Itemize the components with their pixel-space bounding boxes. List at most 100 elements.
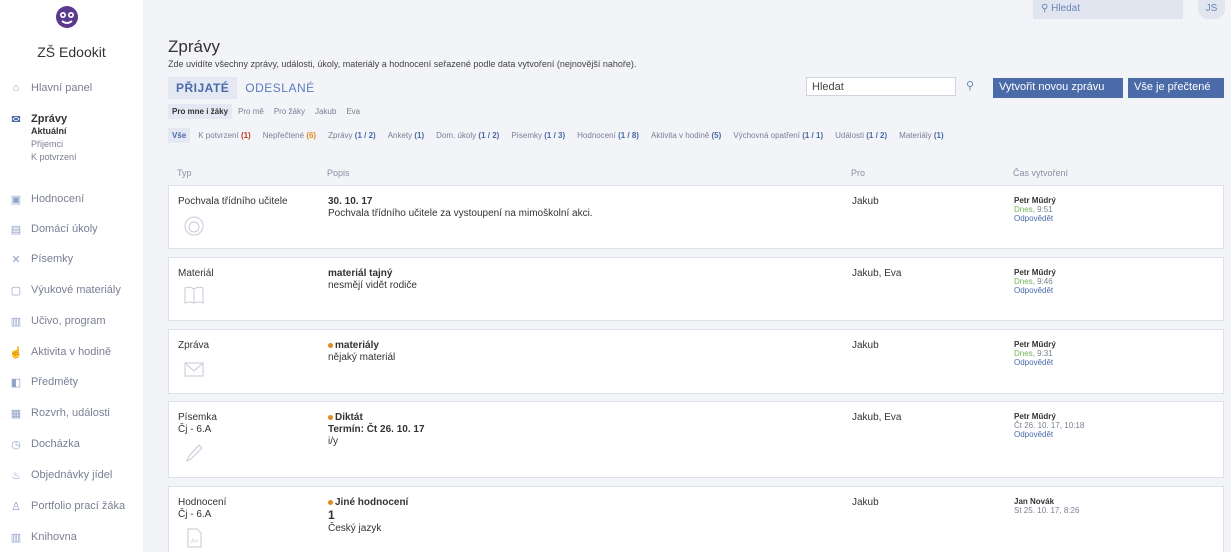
sidebar-item-label: Hodnocení — [31, 193, 85, 205]
unread-dot-icon — [328, 414, 333, 420]
filter-all[interactable]: Vše — [168, 128, 191, 143]
reply-link[interactable]: Odpovědět — [1014, 286, 1053, 295]
filter-tests[interactable]: Písemky (1 / 3) — [507, 128, 569, 143]
school-name: ZŠ Edookit — [37, 44, 106, 60]
sidebar-item-materials[interactable]: ▢ Výukové materiály — [10, 280, 121, 300]
row-subject: Český jazyk — [328, 523, 382, 534]
filter-materials[interactable]: Materiály (1) — [895, 128, 947, 143]
filter-label: Aktivita v hodině — [650, 131, 710, 140]
filter-label: Vše — [172, 131, 187, 140]
reply-link[interactable]: Odpovědět — [1014, 430, 1053, 439]
filter-count: (1) — [414, 131, 425, 140]
sidebar-item-subjects[interactable]: ◧ Předměty — [10, 372, 78, 392]
row-date: Čt 26. 10. 17 — [1014, 421, 1060, 430]
food-icon: ♨ — [11, 469, 21, 482]
filter-me-and-students[interactable]: Pro mne i žáky — [168, 104, 233, 119]
sidebar-item-schedule[interactable]: ▦ Rozvrh, události — [10, 403, 110, 423]
subnav-recipients[interactable]: Přijemci — [31, 139, 63, 149]
sidebar-item-curriculum[interactable]: ▥ Učivo, program — [10, 311, 106, 331]
row-description: Jiné hodnocení 1 Český jazyk — [328, 497, 408, 535]
row-title: 30. 10. 17 — [328, 196, 373, 207]
sidebar-item-label: Aktivita v hodině — [31, 346, 112, 358]
filter-me[interactable]: Pro mě — [234, 104, 268, 119]
tab-sent[interactable]: ODESLANÉ — [237, 77, 322, 99]
filter-label: Ankety — [387, 131, 413, 140]
table-row[interactable]: Písemka Čj - 6.A Diktát Termín: Čt 26. 1… — [168, 401, 1224, 478]
table-row[interactable]: Materiál materiál tajný nesmějí vidět ro… — [168, 257, 1224, 321]
row-grade: 1 — [328, 508, 335, 522]
sidebar-item-homework[interactable]: ▤ Domácí úkoly — [10, 219, 98, 239]
global-search-input[interactable]: ⚲ Hledat — [1033, 0, 1183, 19]
table-row[interactable]: Pochvala třídního učitele 30. 10. 17 Poc… — [168, 185, 1224, 249]
sidebar-item-attendance[interactable]: ◷ Docházka — [10, 434, 80, 454]
filter-label: Dom. úkoly — [436, 131, 477, 140]
search-icon: ⚲ — [1041, 3, 1049, 14]
filter-unread[interactable]: Nepřečtené (6) — [259, 128, 320, 143]
tab-received[interactable]: PŘIJATÉ — [168, 77, 238, 99]
reply-link[interactable]: Odpovědět — [1014, 214, 1053, 223]
message-search-input[interactable] — [806, 77, 956, 96]
filter-count: (1) — [240, 131, 251, 140]
sidebar-item-dashboard[interactable]: ⌂ Hlavní panel — [10, 78, 92, 98]
row-title: Diktát — [335, 412, 363, 423]
sidebar-item-meals[interactable]: ♨ Objednávky jídel — [10, 465, 112, 485]
row-description: materiály nějaký materiál — [328, 340, 395, 364]
subnav-current[interactable]: Aktuální — [31, 126, 67, 136]
row-time: , 9:31 — [1032, 349, 1053, 358]
message-tabs: PŘIJATÉ ODESLANÉ — [168, 77, 323, 99]
filter-activity[interactable]: Aktivita v hodině (5) — [647, 128, 725, 143]
sidebar-item-label: Zprávy — [31, 113, 68, 125]
row-text: i/y — [328, 436, 338, 447]
row-created: Petr Műdrý Dnes, 9:46 Odpovědět — [1014, 268, 1056, 295]
filter-polls[interactable]: Ankety (1) — [384, 128, 428, 143]
sidebar-item-label: Písemky — [31, 253, 74, 265]
row-author: Petr Műdrý — [1014, 412, 1056, 421]
document-icon: ▢ — [10, 284, 22, 297]
sidebar-item-label: Předměty — [31, 376, 79, 388]
filter-grades[interactable]: Hodnocení (1 / 8) — [573, 128, 643, 143]
tools-icon: ✕ — [11, 253, 21, 266]
sidebar-item-grades[interactable]: ▣ Hodnocení — [10, 189, 84, 209]
sidebar-item-label: Učivo, program — [31, 315, 106, 327]
column-header-type: Typ — [177, 168, 192, 178]
sidebar-item-label: Rozvrh, události — [31, 407, 110, 419]
reply-link[interactable]: Odpovědět — [1014, 358, 1053, 367]
filter-to-confirm[interactable]: K potvrzení (1) — [194, 128, 254, 143]
filter-homework[interactable]: Dom. úkoly (1 / 2) — [432, 128, 503, 143]
hand-icon: ☝ — [9, 346, 23, 359]
edookit-logo-icon[interactable] — [50, 2, 84, 36]
table-row[interactable]: Zpráva materiály nějaký materiál Jakub P… — [168, 329, 1224, 394]
filter-measures[interactable]: Výchovná opatření (1 / 1) — [729, 128, 827, 143]
row-date: Dnes — [1014, 349, 1033, 358]
row-text: Pochvala třídního učitele za vystoupení … — [328, 208, 593, 219]
sidebar-item-label: Výukové materiály — [31, 284, 121, 296]
filter-label: Zprávy — [328, 131, 353, 140]
row-title: Jiné hodnocení — [335, 497, 409, 508]
filter-jakub[interactable]: Jakub — [311, 104, 340, 119]
sidebar-item-library[interactable]: ▥ Knihovna — [10, 527, 77, 547]
unread-dot-icon — [328, 499, 333, 505]
row-type: Materiál — [178, 268, 214, 279]
sidebar-item-label: Knihovna — [31, 531, 77, 543]
page-title: Zprávy — [168, 37, 220, 56]
sidebar-item-label: Domácí úkoly — [31, 223, 98, 235]
row-class: Čj - 6.A — [178, 424, 212, 435]
table-row[interactable]: Hodnocení Čj - 6.A A+ Jiné hodnocení 1 Č… — [168, 486, 1224, 552]
new-message-button[interactable]: Vytvořit novou zprávu — [993, 78, 1123, 98]
filter-messages[interactable]: Zprávy (1 / 2) — [324, 128, 380, 143]
calendar-icon: ▦ — [10, 407, 22, 420]
search-icon[interactable]: ⚲ — [966, 79, 974, 92]
mark-all-read-button[interactable]: Vše je přečtené — [1128, 78, 1224, 98]
filter-eva[interactable]: Eva — [342, 104, 364, 119]
sidebar-item-label: Docházka — [31, 438, 80, 450]
sidebar-item-tests[interactable]: ✕ Písemky — [10, 249, 73, 269]
user-avatar[interactable]: JS — [1198, 0, 1225, 19]
row-description: materiál tajný nesmějí vidět rodiče — [328, 268, 417, 292]
sidebar-item-portfolio[interactable]: ♙ Portfolio prací žáka — [10, 496, 125, 516]
filter-students[interactable]: Pro žáky — [270, 104, 309, 119]
book-icon: ▥ — [10, 315, 22, 328]
medal-icon — [184, 216, 204, 236]
sidebar-item-activity[interactable]: ☝ Aktivita v hodině — [9, 342, 112, 362]
filter-events[interactable]: Události (1 / 2) — [831, 128, 891, 143]
subnav-to-confirm[interactable]: K potvrzení — [31, 152, 77, 162]
